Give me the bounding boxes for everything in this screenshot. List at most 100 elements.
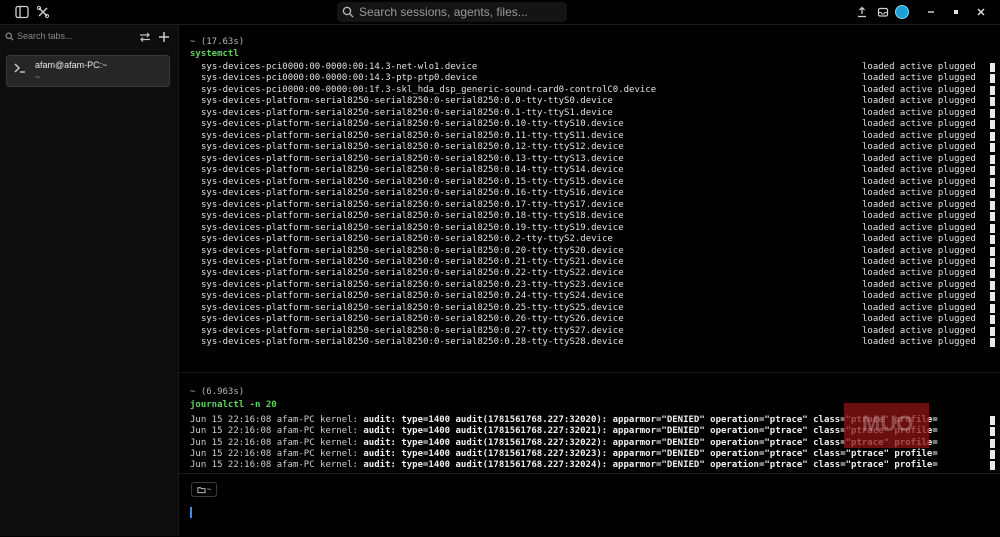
maximize-icon[interactable]: [947, 3, 965, 21]
unit-state: loaded active plugged: [862, 291, 976, 302]
unit-name: sys-devices-platform-serial8250-serial82…: [201, 234, 613, 245]
tab-search-placeholder: Search tabs...: [17, 31, 73, 41]
global-search-input[interactable]: Search sessions, agents, files...: [337, 2, 567, 22]
block-command: journalctl -n 20: [190, 400, 277, 410]
truncation-marker: [990, 315, 995, 325]
new-tab-icon[interactable]: [158, 30, 170, 48]
truncation-marker: [990, 63, 995, 72]
block-duration: ~ (6.963s): [190, 387, 245, 397]
truncation-marker: [990, 131, 995, 141]
unit-name: sys-devices-platform-serial8250-serial82…: [201, 130, 624, 141]
output-row: sys-devices-platform-serial8250-serial82…: [201, 131, 995, 142]
truncation-marker: [990, 143, 995, 153]
truncation-marker: [990, 120, 995, 130]
truncation-marker: [990, 85, 995, 95]
unit-state: loaded active plugged: [862, 279, 976, 290]
minimize-icon[interactable]: [922, 3, 940, 21]
avatar[interactable]: [895, 5, 909, 19]
tab-search-input[interactable]: Search tabs...: [0, 25, 178, 47]
unit-name: sys-devices-platform-serial8250-serial82…: [201, 256, 624, 267]
unit-state: loaded active plugged: [862, 314, 976, 325]
unit-state: loaded active plugged: [862, 176, 976, 187]
truncation-marker: [990, 280, 995, 290]
sidebar-toggle-icon[interactable]: [13, 3, 31, 21]
unit-state: loaded active plugged: [862, 165, 976, 176]
unit-state: loaded active plugged: [862, 142, 976, 153]
log-prefix: Jun 15 22:16:08 afam-PC kernel:: [190, 426, 364, 437]
unit-name: sys-devices-platform-serial8250-serial82…: [201, 107, 613, 118]
close-icon[interactable]: [972, 3, 990, 21]
split-icon[interactable]: [139, 30, 151, 48]
truncation-marker: [990, 235, 995, 245]
unit-state: loaded active plugged: [862, 119, 976, 130]
truncation-marker: [990, 326, 995, 336]
unit-name: sys-devices-platform-serial8250-serial82…: [201, 165, 624, 176]
output-row: sys-devices-platform-serial8250-serial82…: [201, 119, 995, 130]
unit-name: sys-devices-platform-serial8250-serial82…: [201, 302, 624, 313]
log-prefix: Jun 15 22:16:08 afam-PC kernel:: [190, 460, 364, 471]
unit-state: loaded active plugged: [862, 302, 976, 313]
terminal-icon: [13, 62, 29, 78]
output-row: sys-devices-platform-serial8250-serial82…: [201, 268, 995, 279]
output-row: sys-devices-platform-serial8250-serial82…: [201, 246, 995, 257]
tab-title: afam@afam-PC:~: [35, 60, 108, 70]
tab-subtitle: ~: [35, 72, 41, 82]
truncation-marker: [990, 177, 995, 187]
top-bar: Search sessions, agents, files...: [0, 0, 1000, 25]
unit-state: loaded active plugged: [862, 153, 976, 164]
unit-state: loaded active plugged: [862, 268, 976, 279]
unit-name: sys-devices-pci0000:00-0000:00:1f.3-skl_…: [201, 84, 657, 95]
output-row: sys-devices-platform-serial8250-serial82…: [201, 337, 995, 348]
log-message: audit: type=1400 audit(1781561768.227:32…: [363, 460, 938, 471]
output-row: sys-devices-platform-serial8250-serial82…: [201, 165, 995, 176]
truncation-marker: [990, 257, 995, 267]
truncation-marker: [990, 212, 995, 222]
unit-name: sys-devices-pci0000:00-0000:00:14.3-net-…: [201, 62, 478, 72]
output-row: sys-devices-platform-serial8250-serial82…: [201, 303, 995, 314]
output-row: sys-devices-platform-serial8250-serial82…: [201, 154, 995, 165]
terminal-pane[interactable]: ~ (17.63s) systemctl sys-devices-pci0000…: [179, 25, 1000, 537]
truncation-marker: [990, 154, 995, 164]
output-row: sys-devices-platform-serial8250-serial82…: [201, 326, 995, 337]
log-prefix: Jun 15 22:16:08 afam-PC kernel:: [190, 415, 364, 425]
truncation-marker: [990, 189, 995, 199]
search-placeholder: Search sessions, agents, files...: [359, 5, 528, 19]
output-row: sys-devices-platform-serial8250-serial82…: [201, 188, 995, 199]
unit-name: sys-devices-platform-serial8250-serial82…: [201, 142, 624, 153]
truncation-marker: [990, 246, 995, 256]
unit-name: sys-devices-platform-serial8250-serial82…: [201, 211, 624, 222]
output-row: sys-devices-platform-serial8250-serial82…: [201, 211, 995, 222]
output-row: sys-devices-platform-serial8250-serial82…: [201, 291, 995, 302]
unit-state: loaded active plugged: [862, 107, 976, 118]
unit-state: loaded active plugged: [862, 234, 976, 245]
unit-state: loaded active plugged: [862, 211, 976, 222]
truncation-marker: [990, 74, 995, 84]
watermark-logo: MUO: [844, 403, 929, 448]
tools-icon[interactable]: [34, 3, 52, 21]
unit-state: loaded active plugged: [862, 188, 976, 199]
truncation-marker: [990, 303, 995, 313]
upload-icon[interactable]: [853, 3, 871, 21]
output-row: sys-devices-pci0000:00-0000:00:14.3-net-…: [201, 62, 995, 73]
unit-name: sys-devices-platform-serial8250-serial82…: [201, 337, 624, 348]
output-row: sys-devices-platform-serial8250-serial82…: [201, 142, 995, 153]
output-row: sys-devices-platform-serial8250-serial82…: [201, 108, 995, 119]
output-row: sys-devices-platform-serial8250-serial82…: [201, 280, 995, 291]
unit-name: sys-devices-platform-serial8250-serial82…: [201, 153, 624, 164]
truncation-marker: [990, 292, 995, 302]
sidebar-tab-session[interactable]: afam@afam-PC:~ ~: [6, 55, 170, 87]
inbox-icon[interactable]: [874, 3, 892, 21]
unit-state: loaded active plugged: [862, 73, 976, 84]
search-icon: [337, 6, 359, 18]
unit-name: sys-devices-platform-serial8250-serial82…: [201, 119, 624, 130]
output-row: sys-devices-platform-serial8250-serial82…: [201, 177, 995, 188]
directory-chip[interactable]: ~: [191, 482, 217, 497]
truncation-marker: [990, 461, 995, 471]
log-prefix: Jun 15 22:16:08 afam-PC kernel:: [190, 448, 364, 459]
command-input[interactable]: ~: [179, 473, 1000, 537]
truncation-marker: [990, 200, 995, 210]
unit-state: loaded active plugged: [862, 62, 976, 72]
text-cursor: [190, 507, 192, 518]
log-row: Jun 15 22:16:08 afam-PC kernel: audit: t…: [190, 449, 995, 460]
unit-state: loaded active plugged: [862, 245, 976, 256]
